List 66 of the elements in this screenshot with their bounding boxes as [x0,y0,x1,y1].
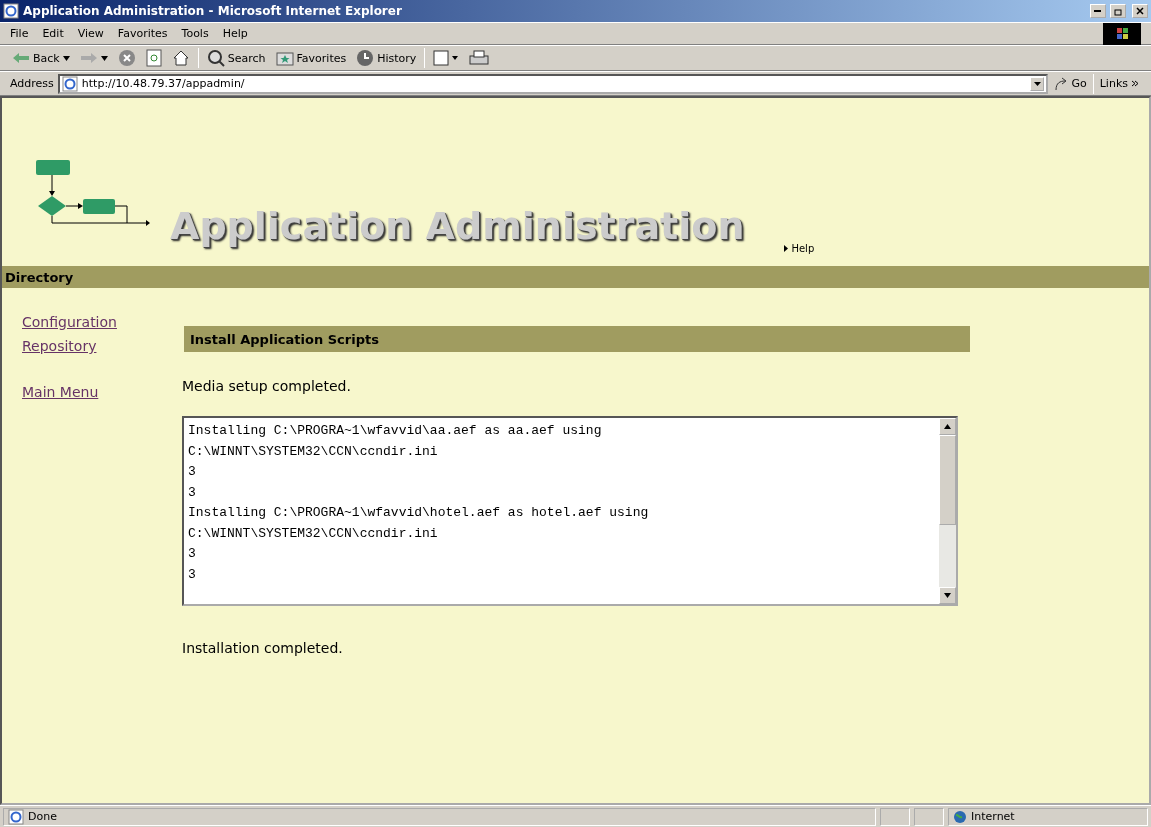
sidebar-link[interactable]: Configuration [22,310,117,334]
log-line: 3 [188,463,197,481]
links-button[interactable]: Links [1097,75,1141,92]
log-line: C:\WINNT\SYSTEM32\CCN\ccndir.ini [188,524,439,543]
favorites-button[interactable]: Favorites [273,48,349,68]
home-icon [171,49,190,67]
close-button[interactable] [1132,4,1148,18]
log-line: 3 [188,565,197,584]
restore-button[interactable] [1110,4,1126,18]
close-icon [1136,7,1144,15]
status-message: Installation completed. [182,640,344,656]
print-button[interactable] [467,48,492,68]
menu-item[interactable]: Tools [181,27,209,40]
triangle-icon [784,245,789,252]
log-line: Installing C:\PROGRA~1\wfavvid\aa.aef as aa.aef using [188,422,603,440]
refresh-icon [145,49,162,67]
go-button[interactable]: Go [1052,74,1089,93]
go-arrow-icon [1054,76,1069,91]
log-textarea[interactable]: Installing C:\PROGRA~1\wfavvid\aa.aef as aa.aef using C:\WINNT\SYSTEM32\CCN\ccndir.ini 3 3 Installing C:\PROGRA~1\wfavvid\hotel.aef as hotel.aef using C:\WINNT\SYSTEM32\CCN\ccndir.ini 3 3 [182,416,958,606]
history-button[interactable]: History [354,47,419,69]
status-panel [914,807,944,826]
address-field[interactable]: http://10.48.79.37/appadmin/ [57,73,1049,94]
globe-icon [953,809,967,824]
menu-item[interactable]: View [77,27,104,40]
menu-item[interactable]: Edit [42,27,64,40]
restore-icon [1113,6,1123,16]
caret-icon [1033,81,1041,86]
caret-icon [944,424,951,429]
log-line: C:\WINNT\SYSTEM32\CCN\ccndir.ini [188,442,439,461]
window-title: Application Administration - Microsoft Internet Explorer [23,4,403,18]
help-link[interactable]: Help [784,243,815,254]
back-button[interactable]: Back [10,49,72,67]
search-button[interactable]: Search [204,47,268,69]
minimize-icon [1094,10,1102,12]
log-line: 3 [188,483,197,502]
zone-text: Internet [971,810,1015,823]
menu-item[interactable]: Favorites [117,27,168,40]
status-message: Media setup completed. [182,378,352,394]
status-panel [880,807,910,826]
menu-item[interactable]: File [10,27,29,40]
caret-icon [62,55,70,61]
printer-icon [469,50,490,66]
search-icon [206,49,225,67]
menu-item[interactable]: Help [222,27,248,40]
browser-icon [3,3,19,19]
directory-bar: Directory [2,266,1149,288]
sidebar-link[interactable]: Main Menu [22,380,99,404]
page-title: Application Administration [170,204,745,248]
section-header: Install Application Scripts [184,326,970,352]
back-arrow-icon [12,52,30,64]
browser-icon [61,75,78,92]
caret-icon [100,55,108,61]
log-line: Installing C:\PROGRA~1\wfavvid\hotel.aef as hotel.aef using [188,504,650,522]
forward-arrow-icon [79,52,98,64]
refresh-button[interactable] [143,47,164,69]
stop-icon [117,49,136,67]
dropdown-button[interactable] [1030,76,1045,91]
scrollbar[interactable] [939,418,956,604]
status-text: Done [28,810,57,823]
sidebar-link[interactable]: Repository [22,334,97,358]
windows-logo-icon [1103,22,1141,45]
chevron-icon [1131,80,1139,87]
address-label: Address [10,77,54,90]
minimize-button[interactable] [1090,4,1106,18]
log-line: 3 [188,545,197,563]
caret-icon [944,593,951,598]
